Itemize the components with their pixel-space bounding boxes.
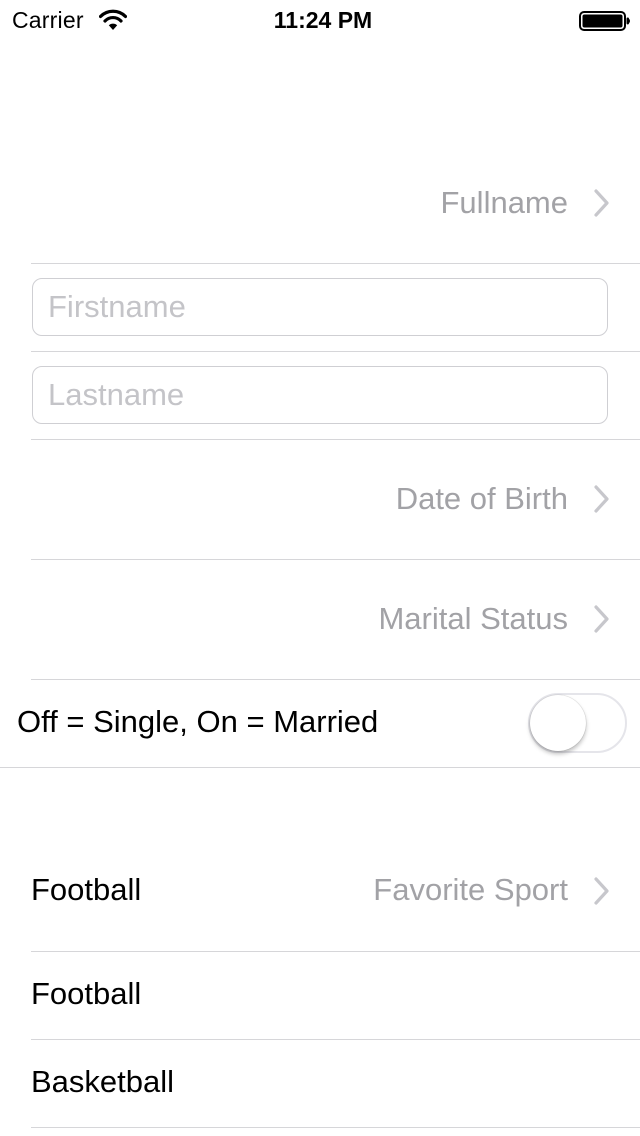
separator <box>31 1127 640 1128</box>
separator <box>0 767 640 768</box>
status-bar: Carrier 11:24 PM <box>0 0 640 40</box>
marital-status-toggle[interactable] <box>528 693 627 753</box>
chevron-right-icon <box>594 877 609 905</box>
favorite-sport-label: Favorite Sport <box>373 872 568 907</box>
selected-sport-value: Football <box>31 872 142 907</box>
separator <box>31 263 640 264</box>
marital-switch-row: Off = Single, On = Married <box>0 680 640 767</box>
chevron-right-icon <box>594 485 609 513</box>
marital-status-row[interactable]: Marital Status <box>0 560 640 679</box>
sport-option-label: Football <box>31 976 142 1011</box>
battery-full-icon <box>579 11 630 31</box>
firstname-field[interactable] <box>32 278 608 336</box>
separator <box>31 351 640 352</box>
marital-switch-label: Off = Single, On = Married <box>17 704 379 739</box>
fullname-label: Fullname <box>440 185 569 220</box>
lastname-field[interactable] <box>32 366 608 424</box>
sport-option-label: Basketball <box>31 1064 175 1099</box>
clock: 11:24 PM <box>273 7 373 33</box>
fullname-row[interactable]: Fullname <box>0 143 640 263</box>
sport-option-football[interactable]: Football <box>0 952 640 1039</box>
chevron-right-icon <box>594 605 609 633</box>
favorite-sport-row[interactable]: Football Favorite Sport <box>0 832 640 951</box>
marital-status-label: Marital Status <box>378 601 568 636</box>
toggle-knob <box>530 695 586 751</box>
chevron-right-icon <box>594 189 609 217</box>
sport-option-basketball[interactable]: Basketball <box>0 1040 640 1127</box>
date-of-birth-label: Date of Birth <box>395 481 568 516</box>
date-of-birth-row[interactable]: Date of Birth <box>0 440 640 559</box>
